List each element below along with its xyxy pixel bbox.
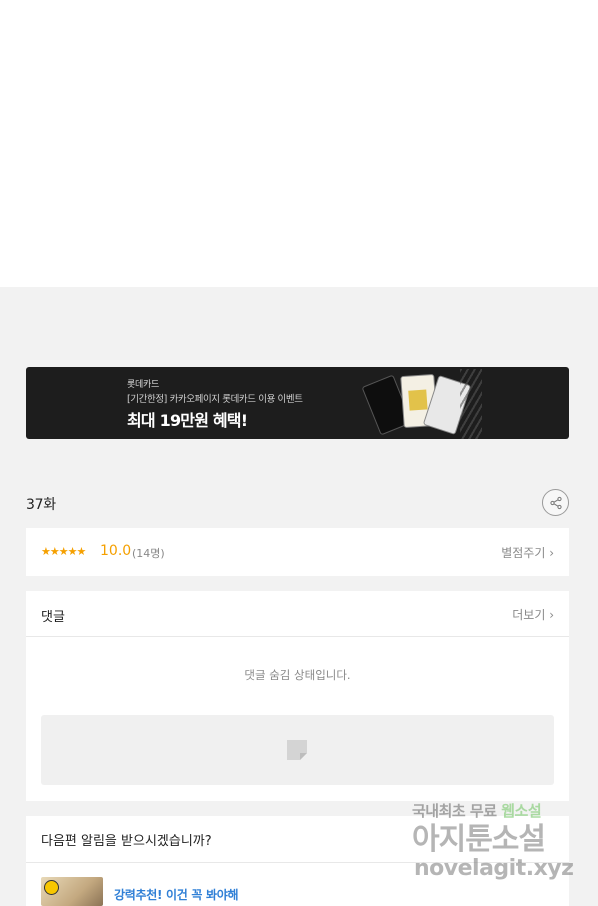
- banner-subtitle: [기간한정] 카카오페이지 롯데카드 이용 이벤트: [127, 394, 303, 405]
- rate-button[interactable]: 별점주기 ›: [501, 544, 554, 561]
- rating-score: 10.0: [100, 543, 132, 559]
- ad-placeholder[interactable]: [41, 715, 554, 785]
- comments-card: 댓글 더보기 › 댓글 숨김 상태입니다.: [26, 591, 569, 801]
- episode-title: 37화: [26, 497, 56, 513]
- banner-card-illustration: [361, 369, 484, 439]
- notify-question: 다음편 알림을 받으시겠습니까?: [41, 834, 212, 849]
- rating-stars: ★★★★★: [41, 545, 86, 558]
- rating-count: (14명): [132, 547, 165, 560]
- share-button[interactable]: [542, 489, 569, 516]
- recommendation-thumbnail[interactable]: [41, 877, 103, 906]
- comments-title: 댓글: [41, 610, 65, 625]
- comments-header: 댓글 더보기 ›: [26, 591, 569, 637]
- rating-card: ★★★★★ 10.0 (14명) 별점주기 ›: [26, 528, 569, 576]
- share-icon: [549, 496, 562, 509]
- clock-icon: [44, 880, 59, 895]
- divider: [26, 862, 569, 863]
- comments-more-button[interactable]: 더보기 ›: [512, 606, 554, 623]
- comments-hidden-message: 댓글 숨김 상태입니다.: [244, 668, 351, 682]
- next-episode-notify-card: 다음편 알림을 받으시겠습니까? 강력추천! 이건 꼭 봐야해: [26, 816, 569, 906]
- banner-headline: 최대 19만원 혜택!: [127, 411, 248, 430]
- decorative-rays: [460, 369, 482, 439]
- promo-banner[interactable]: 롯데카드 [기간한정] 카카오페이지 롯데카드 이용 이벤트 최대 19만원 혜…: [26, 367, 569, 439]
- image-placeholder-icon: [287, 740, 307, 760]
- recommendation-link[interactable]: 강력추천! 이건 꼭 봐야해: [114, 886, 239, 903]
- content-area-blank: [0, 0, 598, 287]
- banner-brand: 롯데카드: [127, 380, 159, 390]
